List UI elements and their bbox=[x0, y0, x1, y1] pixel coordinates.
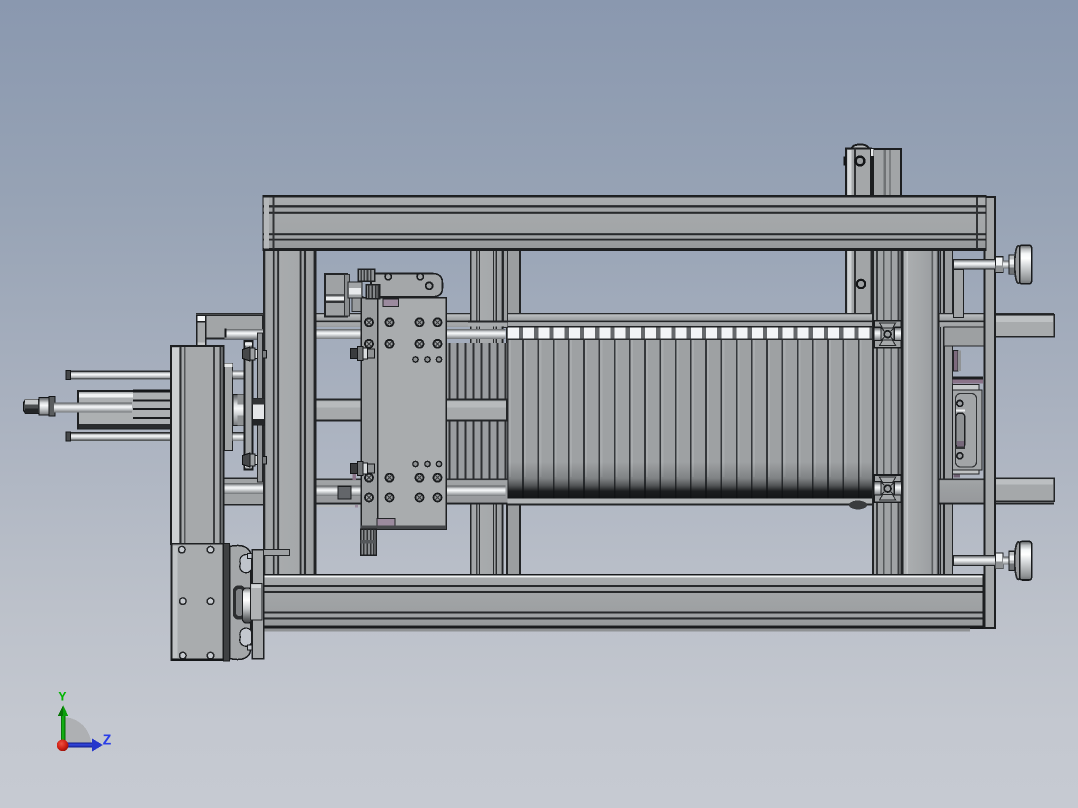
svg-text:Y: Y bbox=[59, 690, 67, 705]
svg-text:Z: Z bbox=[103, 733, 112, 750]
